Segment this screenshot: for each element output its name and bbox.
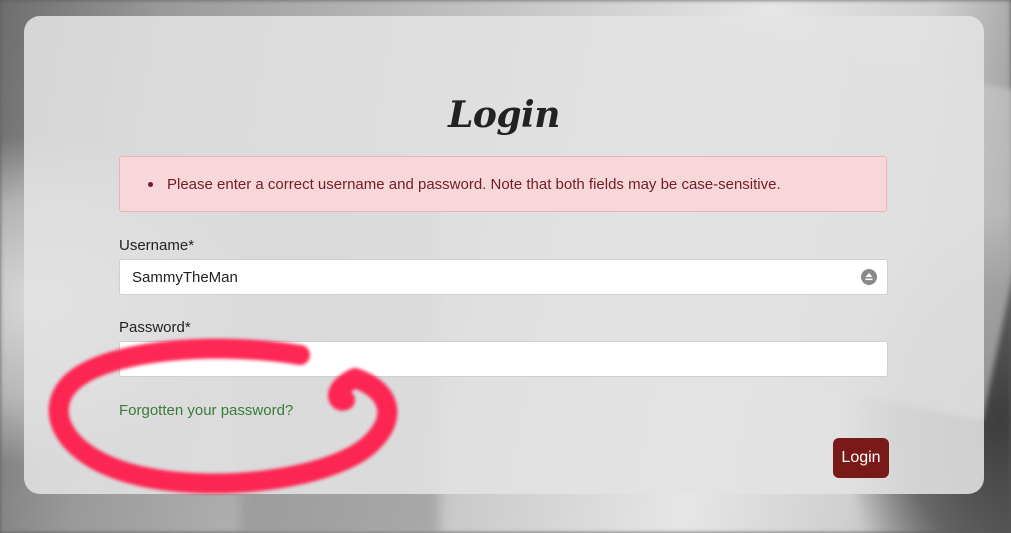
page-title: Login (448, 94, 560, 136)
autofill-key-icon[interactable] (861, 269, 877, 285)
forgot-password-link[interactable]: Forgotten your password? (119, 402, 293, 419)
login-card: Login Please enter a correct username an… (24, 16, 984, 494)
username-input[interactable] (119, 259, 888, 295)
error-alert: Please enter a correct username and pass… (119, 156, 887, 212)
login-button[interactable]: Login (833, 438, 889, 478)
username-label: Username* (119, 237, 195, 254)
password-label: Password* (119, 319, 191, 336)
password-input[interactable] (119, 341, 888, 377)
error-message: Please enter a correct username and pass… (167, 175, 781, 193)
bullet-icon (148, 181, 153, 187)
